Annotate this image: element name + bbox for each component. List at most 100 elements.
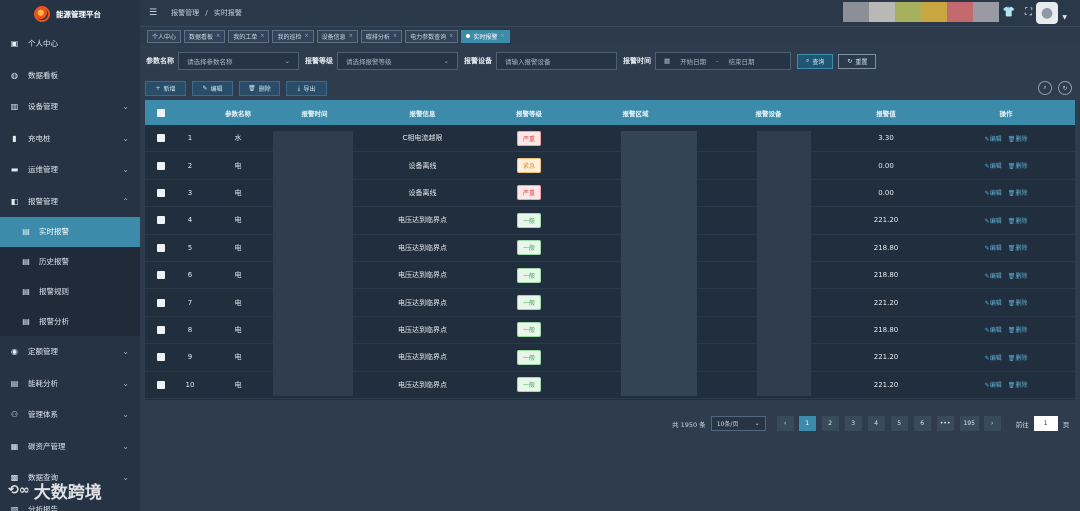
tab[interactable]: 个人中心	[147, 29, 182, 43]
page-size-select[interactable]: 10条/页 ⌄	[710, 416, 766, 431]
row-edit-link[interactable]: ✎编辑	[985, 216, 1002, 225]
more-pages-button[interactable]: •••	[936, 416, 954, 431]
close-icon[interactable]: ×	[449, 33, 453, 39]
row-edit-link[interactable]: ✎编辑	[985, 134, 1002, 143]
row-edit-link[interactable]: ✎编辑	[985, 271, 1002, 280]
submenu-item[interactable]: ▤ 历史报警	[0, 246, 140, 277]
page-button[interactable]: 4	[867, 416, 885, 431]
submenu-item[interactable]: ▤ 报警分析	[0, 306, 140, 337]
tab[interactable]: 我的工单 ×	[228, 29, 270, 43]
row-checkbox[interactable]	[157, 216, 165, 225]
close-icon[interactable]: ×	[304, 33, 308, 39]
row-edit-link[interactable]: ✎编辑	[985, 243, 1002, 252]
sidebar-item[interactable]: ▥ 设备管理 ⌄	[0, 91, 140, 123]
row-delete-label: 删除	[1015, 135, 1028, 143]
add-button[interactable]: + 新增	[145, 81, 186, 96]
edit-button[interactable]: ✎ 编辑	[192, 81, 233, 96]
row-delete-link[interactable]: 🗑删除	[1008, 134, 1028, 143]
query-button[interactable]: ⌕ 查询	[797, 53, 834, 69]
row-checkbox[interactable]	[157, 271, 165, 280]
chevron-down-icon: ⌄	[122, 102, 129, 111]
row-edit-link[interactable]: ✎编辑	[985, 325, 1002, 334]
tab[interactable]: 实时报警 ×	[461, 29, 510, 43]
row-edit-link[interactable]: ✎编辑	[985, 161, 1002, 170]
param-select[interactable]: 请选择参数名称 ⌄	[178, 52, 299, 70]
sidebar-item[interactable]: ⚇ 管理体系 ⌄	[0, 399, 140, 431]
close-icon[interactable]: ×	[349, 33, 353, 39]
tab[interactable]: 数据看板 ×	[184, 29, 226, 43]
app-logo[interactable]: 能源管理平台	[0, 0, 140, 28]
device-input[interactable]: 请输入报警设备	[496, 52, 617, 70]
submenu-item[interactable]: ▤ 实时报警	[0, 217, 140, 247]
refresh-table-button[interactable]: ↻	[1058, 81, 1072, 95]
export-button[interactable]: ⤓ 导出	[286, 81, 327, 96]
sidebar-item[interactable]: ◉ 定额管理 ⌄	[0, 336, 140, 368]
submenu-item[interactable]: ▤ 报警规则	[0, 276, 140, 307]
row-delete-link[interactable]: 🗑删除	[1008, 161, 1028, 170]
row-delete-link[interactable]: 🗑删除	[1008, 353, 1028, 362]
menu-toggle-icon[interactable]: ☰	[149, 8, 157, 18]
row-index: 10	[185, 380, 195, 389]
row-delete-link[interactable]: 🗑删除	[1008, 216, 1028, 225]
sidebar-item[interactable]: ▣ 个人中心	[0, 28, 140, 60]
row-edit-link[interactable]: ✎编辑	[985, 353, 1002, 362]
sidebar-item[interactable]: ◍ 数据看板	[0, 60, 140, 92]
page-button[interactable]: 2	[821, 416, 839, 431]
page-button[interactable]: 5	[890, 416, 908, 431]
goto-page-input[interactable]: 1	[1033, 416, 1058, 431]
row-checkbox[interactable]	[157, 325, 165, 334]
row-edit-link[interactable]: ✎编辑	[985, 298, 1002, 307]
sidebar-item[interactable]: ▦ 碳资产管理 ⌄	[0, 431, 140, 463]
row-delete-link[interactable]: 🗑删除	[1008, 243, 1028, 252]
row-delete-link[interactable]: 🗑删除	[1008, 380, 1028, 389]
level-label: 报警等级	[305, 57, 333, 65]
row-edit-link[interactable]: ✎编辑	[985, 380, 1002, 389]
date-range-picker[interactable]: ▦ 开始日期 - 结束日期	[655, 52, 791, 70]
row-delete-link[interactable]: 🗑删除	[1008, 298, 1028, 307]
breadcrumb-item[interactable]: 报警管理	[171, 9, 199, 17]
prev-page-button[interactable]: ‹	[776, 416, 794, 431]
delete-button[interactable]: 🗑 删除	[239, 81, 280, 96]
row-checkbox[interactable]	[157, 161, 165, 170]
theme-shirt-icon[interactable]: 👕	[1003, 7, 1015, 18]
fullscreen-icon[interactable]: ⛶	[1025, 7, 1032, 18]
row-checkbox[interactable]	[157, 243, 165, 252]
reset-button[interactable]: ↻ 重置	[838, 53, 877, 69]
row-checkbox[interactable]	[157, 380, 165, 389]
level-badge: 一般	[516, 267, 541, 283]
tab[interactable]: 电力参数查询 ×	[405, 29, 459, 43]
row-checkbox[interactable]	[157, 188, 165, 197]
level-badge: 一般	[516, 322, 541, 338]
toggle-search-button[interactable]: ⌕	[1038, 81, 1052, 95]
sidebar-item[interactable]: ▤ 能耗分析 ⌄	[0, 368, 140, 400]
page-button[interactable]: 195	[959, 416, 979, 431]
select-all-checkbox[interactable]	[157, 108, 165, 117]
next-page-button[interactable]: ›	[983, 416, 1001, 431]
row-checkbox[interactable]	[157, 353, 165, 362]
row-edit-label: 编辑	[989, 217, 1002, 225]
row-delete-link[interactable]: 🗑删除	[1008, 325, 1028, 334]
page-button[interactable]: 3	[844, 416, 862, 431]
sidebar-item[interactable]: ▬ 运维管理 ⌄	[0, 154, 140, 186]
close-icon[interactable]: ×	[500, 33, 504, 39]
row-edit-link[interactable]: ✎编辑	[985, 188, 1002, 197]
sidebar-item[interactable]: ◧ 报警管理 ⌃	[0, 186, 140, 218]
avatar-caret-icon[interactable]: ▼	[1062, 14, 1067, 21]
tab[interactable]: 碳排分析 ×	[360, 29, 403, 43]
row-checkbox[interactable]	[157, 134, 165, 143]
row-delete-link[interactable]: 🗑删除	[1008, 271, 1028, 280]
row-checkbox[interactable]	[157, 298, 165, 307]
page-button[interactable]: 6	[913, 416, 931, 431]
level-select[interactable]: 请选择报警等级 ⌄	[337, 52, 458, 70]
end-date-placeholder[interactable]: 结束日期	[729, 56, 755, 66]
row-delete-link[interactable]: 🗑删除	[1008, 188, 1028, 197]
sidebar-item[interactable]: ▮ 充电桩 ⌄	[0, 123, 140, 155]
page-button[interactable]: 1	[798, 416, 816, 431]
user-avatar[interactable]: ●	[1036, 2, 1058, 24]
close-icon[interactable]: ×	[393, 33, 397, 39]
close-icon[interactable]: ×	[216, 33, 220, 39]
close-icon[interactable]: ×	[260, 33, 264, 39]
start-date-placeholder[interactable]: 开始日期	[680, 56, 706, 66]
tab[interactable]: 设备信息 ×	[316, 29, 358, 43]
tab[interactable]: 我的巡检 ×	[272, 29, 314, 43]
